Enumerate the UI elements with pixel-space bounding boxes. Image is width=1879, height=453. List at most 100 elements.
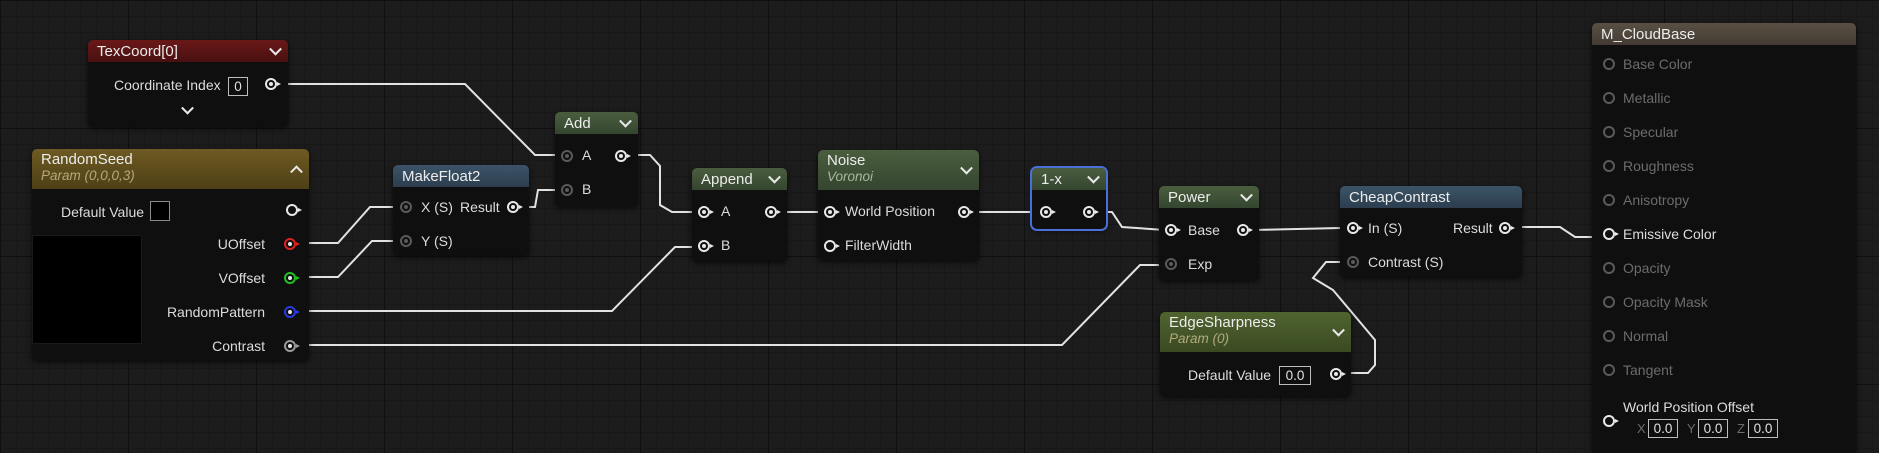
wpo-pin[interactable] [1603, 415, 1619, 427]
anisotropy-pin[interactable] [1603, 194, 1615, 206]
noise-title: Noise [827, 152, 866, 169]
wire-oneminus-power [1103, 211, 1166, 231]
noise-output-pin[interactable] [958, 206, 974, 218]
roughness-pin[interactable] [1603, 160, 1615, 172]
base-color-label: Base Color [1623, 56, 1693, 72]
power-output-pin[interactable] [1237, 224, 1253, 236]
append-b-label: B [721, 237, 731, 253]
texcoord-title: TexCoord[0] [97, 43, 178, 60]
node-texcoord[interactable]: TexCoord[0] Coordinate Index 0 [88, 40, 288, 126]
specular-pin[interactable] [1603, 126, 1615, 138]
node-material-result[interactable]: M_CloudBase Base Color Metallic Specular Ro… [1592, 23, 1856, 453]
wpo-y-field[interactable]: 0.0 [1698, 419, 1728, 438]
add-title: Add [564, 115, 591, 132]
edge-sharpness-header[interactable]: EdgeSharpness Param (0) [1160, 312, 1351, 352]
emissive-color-label: Emissive Color [1623, 226, 1717, 242]
random-seed-title: RandomSeed [41, 151, 133, 168]
append-a-label: A [721, 203, 731, 219]
node-noise[interactable]: Noise Voronoi World Position FilterWidth [818, 150, 979, 260]
append-title: Append [701, 171, 753, 188]
filter-width-pin[interactable] [824, 240, 840, 252]
tangent-pin[interactable] [1603, 364, 1615, 376]
world-position-pin[interactable] [824, 206, 840, 218]
power-base-pin[interactable] [1165, 224, 1181, 236]
random-seed-header[interactable]: RandomSeed Param (0,0,0,3) [32, 149, 309, 189]
emissive-color-pin[interactable] [1603, 228, 1619, 240]
contrast-pin[interactable] [284, 340, 300, 352]
add-a-pin[interactable] [561, 150, 573, 162]
append-output-pin[interactable] [765, 206, 781, 218]
y-input-pin[interactable] [400, 235, 412, 247]
in-s-label: In (S) [1368, 220, 1403, 236]
one-minus-header[interactable]: 1-x [1032, 168, 1106, 190]
node-power[interactable]: Power Base Exp [1159, 186, 1259, 280]
color-preview [32, 235, 142, 344]
coordinate-index-field[interactable]: 0 [228, 77, 248, 96]
node-one-minus[interactable]: 1-x [1030, 166, 1108, 231]
voffset-pin[interactable] [284, 272, 300, 284]
cheap-contrast-header[interactable]: CheapContrast [1340, 186, 1522, 208]
add-a-label: A [582, 147, 592, 163]
collapse-chevron-icon[interactable] [768, 170, 781, 184]
collapse-chevron-icon[interactable] [1240, 188, 1253, 202]
contrast-s-pin[interactable] [1347, 256, 1359, 268]
node-edge-sharpness[interactable]: EdgeSharpness Param (0) Default Value 0.… [1160, 312, 1351, 396]
edge-default-value-field[interactable]: 0.0 [1279, 366, 1311, 385]
texcoord-header[interactable]: TexCoord[0] [88, 40, 288, 62]
node-make-float2[interactable]: MakeFloat2 X (S) Result Y (S) [393, 165, 529, 255]
opacity-mask-pin[interactable] [1603, 296, 1615, 308]
random-seed-main-output-pin[interactable] [286, 204, 302, 216]
default-value-label: Default Value [61, 204, 145, 220]
edge-default-value-label: Default Value [1188, 367, 1272, 383]
one-minus-output-pin[interactable] [1083, 206, 1099, 218]
wpo-z-field[interactable]: 0.0 [1748, 419, 1778, 438]
x-input-pin[interactable] [400, 201, 412, 213]
base-color-pin[interactable] [1603, 58, 1615, 70]
world-position-label: World Position [845, 203, 936, 219]
collapse-chevron-icon[interactable] [619, 114, 632, 128]
append-header[interactable]: Append [692, 168, 787, 190]
wpo-z-label: Z [1737, 421, 1745, 436]
wpo-x-field[interactable]: 0.0 [1648, 419, 1678, 438]
in-s-pin[interactable] [1347, 222, 1363, 234]
power-exp-label: Exp [1188, 256, 1213, 272]
expand-chevron-icon[interactable] [181, 101, 194, 115]
edge-sharpness-output-pin[interactable] [1330, 368, 1346, 380]
power-header[interactable]: Power [1159, 186, 1259, 208]
one-minus-input-pin[interactable] [1040, 206, 1056, 218]
edge-sharpness-subtitle: Param (0) [1169, 331, 1230, 346]
noise-header[interactable]: Noise Voronoi [818, 150, 979, 190]
opacity-pin[interactable] [1603, 262, 1615, 274]
add-b-label: B [582, 181, 592, 197]
make-float2-result-label: Result [460, 199, 500, 215]
anisotropy-label: Anisotropy [1623, 192, 1690, 208]
node-add[interactable]: Add A B [555, 112, 638, 206]
x-input-label: X (S) [421, 199, 453, 215]
randompattern-pin[interactable] [284, 306, 300, 318]
add-header[interactable]: Add [555, 112, 638, 134]
coordinate-index-label: Coordinate Index [114, 77, 221, 93]
append-b-pin[interactable] [698, 240, 714, 252]
wire-randompattern-append-b [302, 246, 702, 312]
cheap-contrast-result-pin[interactable] [1499, 222, 1515, 234]
add-output-pin[interactable] [615, 150, 631, 162]
append-a-pin[interactable] [698, 206, 714, 218]
make-float2-header[interactable]: MakeFloat2 [393, 165, 529, 187]
tangent-label: Tangent [1623, 362, 1673, 378]
uoffset-pin[interactable] [284, 238, 300, 250]
collapse-chevron-icon[interactable] [269, 42, 282, 56]
make-float2-result-pin[interactable] [507, 201, 523, 213]
texcoord-output-pin[interactable] [265, 78, 281, 90]
normal-pin[interactable] [1603, 330, 1615, 342]
power-exp-pin[interactable] [1165, 258, 1177, 270]
default-value-swatch[interactable] [150, 201, 170, 221]
node-cheap-contrast[interactable]: CheapContrast In (S) Result Contrast (S) [1340, 186, 1522, 277]
node-random-seed[interactable]: RandomSeed Param (0,0,0,3) Default Value… [32, 149, 309, 360]
collapse-chevron-icon[interactable] [1087, 170, 1100, 184]
add-b-pin[interactable] [561, 184, 573, 196]
power-title: Power [1168, 189, 1211, 206]
opacity-mask-label: Opacity Mask [1623, 294, 1708, 310]
material-header[interactable]: M_CloudBase [1592, 23, 1856, 45]
metallic-pin[interactable] [1603, 92, 1615, 104]
node-append[interactable]: Append A B [692, 168, 787, 261]
